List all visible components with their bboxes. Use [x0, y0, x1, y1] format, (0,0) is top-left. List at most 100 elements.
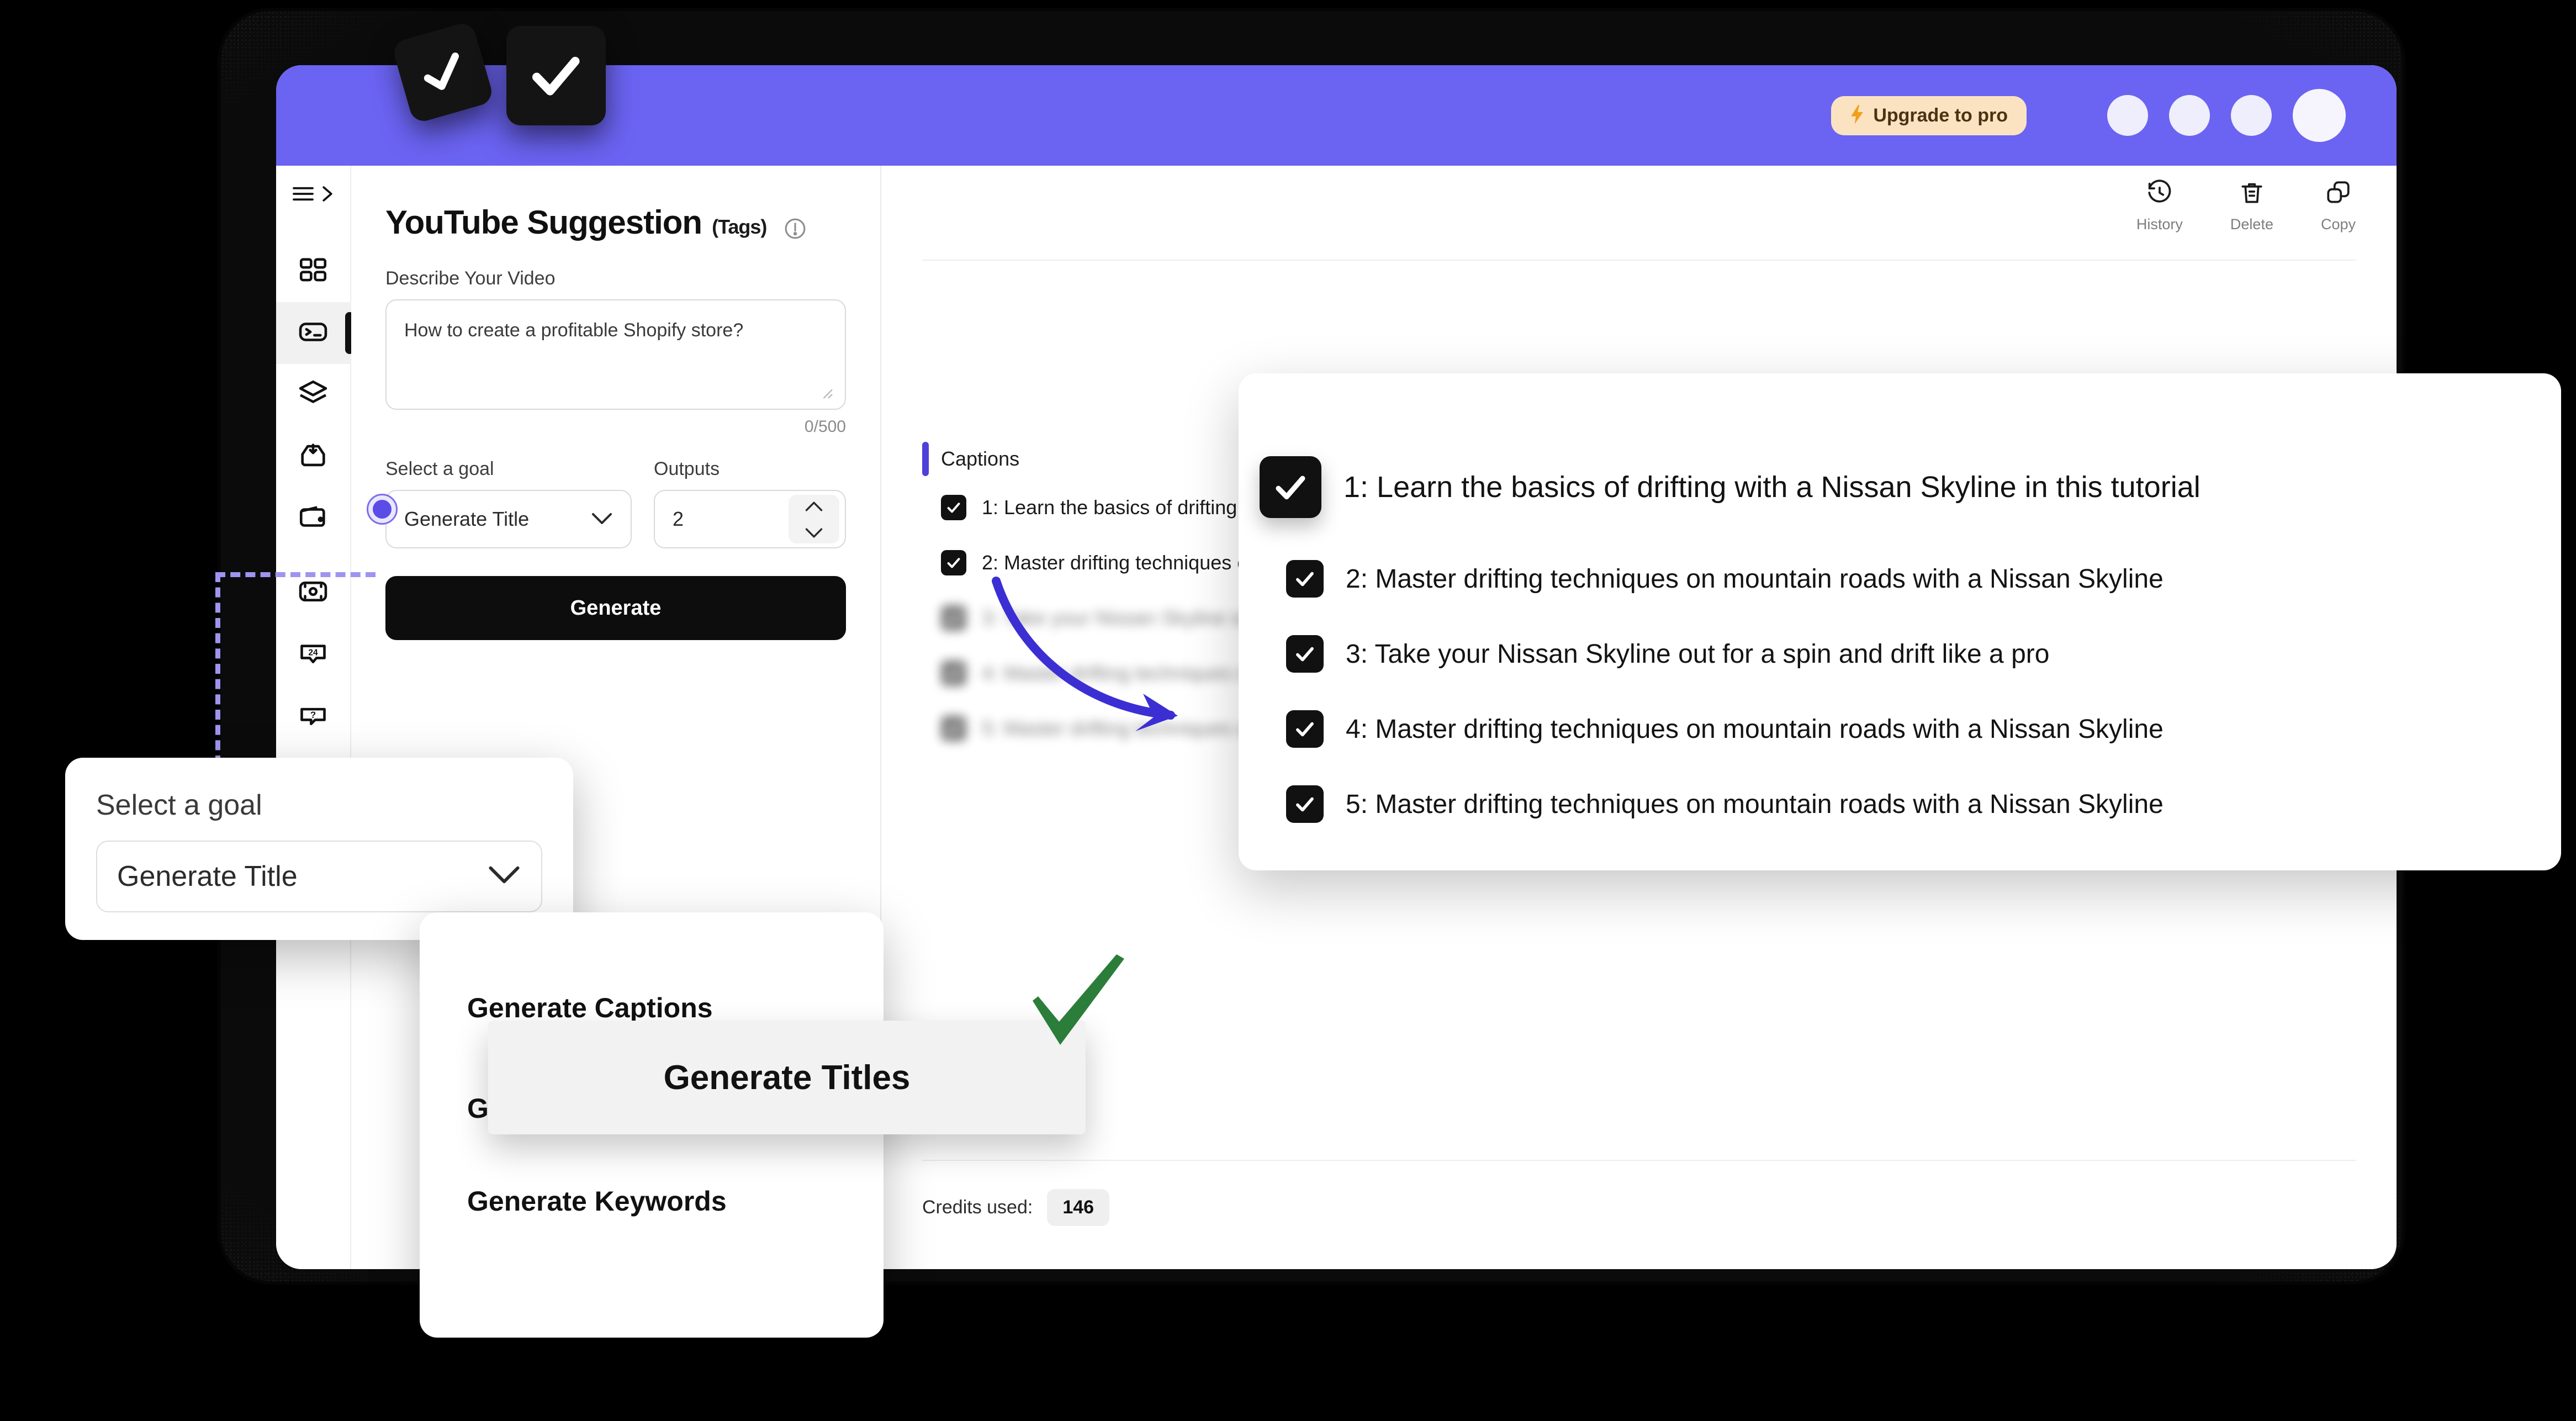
checkbox-checked[interactable]: [941, 605, 966, 631]
copy-icon: [2324, 179, 2352, 210]
list-item[interactable]: 3: Take your Nissan Skyline out for a sp…: [1286, 635, 2517, 673]
trash-icon: [2238, 179, 2266, 210]
chevron-down-icon: [591, 508, 613, 531]
sidebar-toggle[interactable]: [292, 184, 335, 206]
avatar[interactable]: [2231, 95, 2272, 136]
section-accent-bar: [922, 442, 929, 476]
overlay-goal-value: Generate Title: [117, 860, 298, 892]
layers-icon: [297, 378, 329, 413]
chevron-down-icon[interactable]: [805, 521, 823, 544]
info-circle-icon[interactable]: [783, 210, 807, 239]
svg-text:?: ?: [310, 709, 316, 720]
goal-select-value: Generate Title: [404, 508, 530, 530]
caption-text: 4: Master drifting techniques on mountai…: [1346, 714, 2164, 744]
goal-select[interactable]: Generate Title: [385, 490, 632, 548]
overlay-goal-label: Select a goal: [96, 789, 262, 821]
checkbox-checked[interactable]: [941, 716, 966, 741]
copy-button[interactable]: Copy: [2321, 179, 2356, 233]
overlay-captions-card: 1: Learn the basics of drifting with a N…: [1239, 373, 2561, 870]
sidebar-item-scan[interactable]: [276, 562, 351, 624]
menu-item-generate-titles-highlighted[interactable]: Generate Titles: [488, 1021, 1086, 1134]
bolt-icon: [1850, 105, 1864, 126]
history-label: History: [2136, 216, 2183, 233]
outputs-value: 2: [673, 508, 684, 530]
goal-and-outputs-row: Select a goal Generate Title Outputs 2: [367, 458, 846, 548]
menu-item-generate-keywords[interactable]: Generate Keywords: [420, 1166, 884, 1236]
character-counter: 0/500: [804, 418, 846, 436]
page-title-text: YouTube Suggestion: [385, 204, 702, 241]
overlay-goal-select[interactable]: Generate Title: [96, 841, 542, 912]
history-clock-icon: [2146, 179, 2173, 210]
chevron-down-icon: [487, 860, 521, 893]
outputs-stepper-buttons[interactable]: [789, 495, 839, 543]
sidebar-item-layers[interactable]: [276, 364, 351, 426]
caption-text: 1: Learn the basics of drifting with a N…: [1343, 471, 2201, 504]
list-item[interactable]: 2: Master drifting techniques on mountai…: [1286, 560, 2517, 598]
caption-text: 5: Master drifting techniques on mountai…: [1346, 789, 2164, 819]
chevron-up-icon[interactable]: [805, 494, 823, 517]
results-toolbar: History Delete Copy: [2136, 179, 2356, 233]
curved-arrow-icon: [988, 558, 1209, 746]
svg-text:24: 24: [308, 648, 318, 657]
check-sticker-icon: [506, 26, 606, 125]
results-footer-divider: [922, 1160, 2356, 1161]
history-button[interactable]: History: [2136, 179, 2183, 233]
copy-label: Copy: [2320, 216, 2356, 233]
page-title: YouTube Suggestion (Tags): [385, 203, 846, 241]
inbox-download-icon: [297, 440, 329, 474]
scan-image-icon: [297, 575, 329, 610]
generate-button[interactable]: Generate: [385, 576, 846, 640]
captions-section-header: Captions: [922, 442, 1019, 476]
hamburger-icon: [292, 184, 315, 206]
checkbox-checked[interactable]: [941, 550, 966, 575]
describe-video-label: Describe Your Video: [385, 268, 556, 289]
green-checkmark-icon: [1016, 939, 1138, 1066]
caption-text: 3: Take your Nissan Skyline out for a sp…: [1346, 639, 2050, 669]
delete-button[interactable]: Delete: [2230, 179, 2273, 233]
outputs-label: Outputs: [654, 458, 720, 479]
goal-radio-indicator[interactable]: [367, 494, 398, 525]
caption-text: 2: Master drifting techniques on mountai…: [1346, 564, 2164, 594]
chevron-right-icon: [320, 184, 335, 206]
credits-label: Credits used:: [922, 1197, 1033, 1218]
checkbox-checked[interactable]: [1286, 785, 1324, 823]
list-item[interactable]: 4: Master drifting techniques on mountai…: [1286, 710, 2517, 748]
sidebar-item-inbox[interactable]: [276, 426, 351, 488]
avatar[interactable]: [2169, 95, 2210, 136]
outputs-field: Outputs 2: [654, 458, 846, 548]
goal-label: Select a goal: [385, 458, 494, 479]
checkbox-checked[interactable]: [941, 661, 966, 686]
results-divider: [922, 260, 2356, 261]
help-question-icon: ?: [297, 699, 329, 734]
credits-used: Credits used: 146: [922, 1189, 1110, 1226]
checkbox-checked[interactable]: [1286, 710, 1324, 748]
annotation-dashed-line-vertical: [215, 572, 220, 765]
upgrade-to-pro-button[interactable]: Upgrade to pro: [1831, 96, 2027, 135]
list-item[interactable]: 5: Master drifting techniques on mountai…: [1286, 785, 2517, 823]
list-item[interactable]: 1: Learn the basics of drifting with a N…: [1260, 456, 2517, 518]
describe-video-value: How to create a profitable Shopify store…: [404, 320, 744, 341]
describe-video-input[interactable]: How to create a profitable Shopify store…: [385, 299, 846, 410]
sidebar-rail: 24 ?: [276, 166, 354, 1269]
screenshot-stage: Upgrade to pro 24 ? YouTube Suggestion (…: [0, 0, 2576, 1421]
wallet-icon: [297, 501, 329, 536]
checkbox-checked[interactable]: [1260, 456, 1321, 518]
badge-24-icon: 24: [297, 637, 329, 672]
avatar-user[interactable]: [2293, 89, 2346, 142]
goal-field: Select a goal Generate Title: [367, 458, 632, 548]
delete-label: Delete: [2230, 216, 2273, 233]
checkbox-checked[interactable]: [941, 495, 966, 520]
grid-dashboard-icon: [297, 254, 329, 289]
sidebar-item-terminal[interactable]: [276, 302, 354, 364]
sidebar-item-updates[interactable]: 24: [276, 624, 351, 685]
resize-grip-icon[interactable]: [816, 382, 835, 401]
checkbox-checked[interactable]: [1286, 560, 1324, 598]
sidebar-item-help[interactable]: ?: [276, 685, 351, 747]
upgrade-to-pro-label: Upgrade to pro: [1873, 104, 2008, 126]
sidebar-item-dashboard[interactable]: [276, 240, 351, 302]
captions-section-title: Captions: [941, 447, 1020, 470]
outputs-stepper[interactable]: 2: [654, 490, 846, 548]
checkbox-checked[interactable]: [1286, 635, 1324, 673]
avatar[interactable]: [2107, 95, 2148, 136]
sidebar-item-wallet[interactable]: [276, 488, 351, 550]
